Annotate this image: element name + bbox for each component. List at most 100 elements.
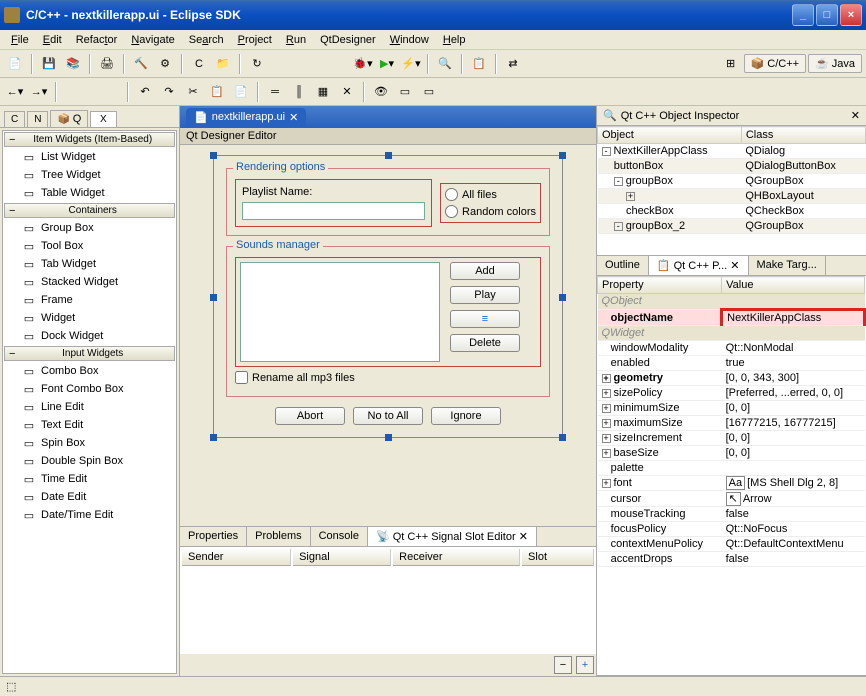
prop-row[interactable]: +baseSize[0, 0]	[598, 446, 865, 461]
close-button[interactable]: ×	[840, 4, 862, 26]
tree-section[interactable]: −Containers	[4, 203, 175, 218]
tab-signalslot[interactable]: 📡 Qt C++ Signal Slot Editor ✕	[368, 527, 537, 546]
inspector-close-icon[interactable]: ✕	[851, 109, 860, 122]
tree-item[interactable]: ▭Dock Widget	[3, 327, 176, 345]
tab-qtcpp-props[interactable]: 📋 Qt C++ P... ✕	[649, 256, 749, 275]
prop-row[interactable]: +geometry[0, 0, 343, 300]	[598, 371, 865, 386]
tree-item[interactable]: ▭Table Widget	[3, 184, 176, 202]
inspector-row[interactable]: -NextKillerAppClassQDialog	[598, 144, 866, 159]
saveall-button[interactable]: 📚	[62, 53, 84, 75]
tree-section[interactable]: −Item Widgets (Item-Based)	[4, 132, 175, 147]
sounds-groupbox[interactable]: Sounds manager Add Play ≡ Delete Rename …	[226, 246, 550, 397]
rename-checkbox[interactable]	[235, 371, 248, 384]
inspector-row[interactable]: -groupBox_2QGroupBox	[598, 219, 866, 234]
tab-n[interactable]: N	[27, 111, 48, 127]
prop-row[interactable]: mouseTrackingfalse	[598, 507, 865, 522]
delete-button[interactable]: Delete	[450, 334, 520, 352]
inspector-row[interactable]: -groupBoxQGroupBox	[598, 174, 866, 189]
tree-item[interactable]: ▭Font Combo Box	[3, 380, 176, 398]
radio-allfiles[interactable]: All files	[445, 188, 536, 201]
prop-row[interactable]: +sizePolicy[Preferred, ...erred, 0, 0]	[598, 386, 865, 401]
menu-qtdesigner[interactable]: QtDesigner	[313, 32, 383, 48]
menu-edit[interactable]: Edit	[36, 32, 69, 48]
prop-row[interactable]: contextMenuPolicyQt::DefaultContextMenu	[598, 537, 865, 552]
run-button[interactable]: ▶▾	[376, 53, 398, 75]
tab-outline[interactable]: Outline	[597, 256, 649, 275]
remove-slot-button[interactable]: −	[554, 656, 572, 674]
menu-refactor[interactable]: Refactor	[69, 32, 125, 48]
close-tab-icon[interactable]: ✕	[289, 111, 298, 124]
menu-help[interactable]: Help	[436, 32, 473, 48]
menu-window[interactable]: Window	[383, 32, 436, 48]
play-button[interactable]: Play	[450, 286, 520, 304]
tree-item[interactable]: ▭Tab Widget	[3, 255, 176, 273]
prop-row[interactable]: accentDropsfalse	[598, 552, 865, 567]
tree-item[interactable]: ▭Date Edit	[3, 488, 176, 506]
layout-v-button[interactable]: ║	[288, 81, 310, 103]
tree-item[interactable]: ▭Line Edit	[3, 398, 176, 416]
menu-search[interactable]: Search	[182, 32, 231, 48]
prop-row[interactable]: objectNameNextKillerAppClass	[598, 310, 865, 326]
newfolder-button[interactable]: 📁	[212, 53, 234, 75]
rendering-groupbox[interactable]: Rendering options Playlist Name: All fil…	[226, 168, 550, 236]
playlist-input[interactable]	[242, 202, 425, 220]
redo-button[interactable]: ↷	[158, 81, 180, 103]
tree-item[interactable]: ▭Time Edit	[3, 470, 176, 488]
tree-item[interactable]: ▭Tool Box	[3, 237, 176, 255]
tab-q[interactable]: 📦 Q	[50, 110, 88, 127]
runlast-button[interactable]: ⚡▾	[400, 53, 422, 75]
prop-row[interactable]: focusPolicyQt::NoFocus	[598, 522, 865, 537]
col-receiver[interactable]: Receiver	[393, 549, 520, 566]
tree-section[interactable]: −Input Widgets	[4, 346, 175, 361]
inspector-row[interactable]: +QHBoxLayout	[598, 189, 866, 204]
prop-row[interactable]: +sizeIncrement[0, 0]	[598, 431, 865, 446]
mode2-button[interactable]: ▭	[418, 81, 440, 103]
signal-slot-table[interactable]: Sender Signal Receiver Slot	[180, 547, 596, 654]
minimize-button[interactable]: _	[792, 4, 814, 26]
property-editor[interactable]: PropertyValueQObject objectNameNextKille…	[597, 276, 866, 675]
col-sender[interactable]: Sender	[182, 549, 291, 566]
prop-row[interactable]: palette	[598, 461, 865, 476]
file-tab[interactable]: 📄 nextkillerapp.ui ✕	[186, 108, 306, 127]
mode1-button[interactable]: ▭	[394, 81, 416, 103]
openresource-button[interactable]: 📋	[468, 53, 490, 75]
menu-navigate[interactable]: Navigate	[124, 32, 181, 48]
tree-item[interactable]: ▭Date/Time Edit	[3, 506, 176, 524]
object-inspector[interactable]: ObjectClass-NextKillerAppClassQDialog bu…	[597, 126, 866, 255]
inspector-row[interactable]: checkBoxQCheckBox	[598, 204, 866, 219]
undo-button[interactable]: ↶	[134, 81, 156, 103]
col-signal[interactable]: Signal	[293, 549, 391, 566]
menu-run[interactable]: Run	[279, 32, 313, 48]
tab-make-targets[interactable]: Make Targ...	[749, 256, 826, 275]
tree-item[interactable]: ▭Frame	[3, 291, 176, 309]
tab-console[interactable]: Console	[311, 527, 368, 546]
tab-widgets[interactable]: X	[90, 111, 116, 127]
menu-project[interactable]: Project	[231, 32, 279, 48]
prop-row[interactable]: windowModalityQt::NonModal	[598, 341, 865, 356]
abort-button[interactable]: Abort	[275, 407, 345, 425]
newclass-button[interactable]: C	[188, 53, 210, 75]
sounds-list[interactable]	[240, 262, 440, 362]
tree-item[interactable]: ▭Widget	[3, 309, 176, 327]
print-button[interactable]: 🖨	[96, 53, 118, 75]
layout-break-button[interactable]: ✕	[336, 81, 358, 103]
tree-item[interactable]: ▭List Widget	[3, 148, 176, 166]
add-slot-button[interactable]: +	[576, 656, 594, 674]
build-button[interactable]: 🔨	[130, 53, 152, 75]
prop-row[interactable]: +minimumSize[0, 0]	[598, 401, 865, 416]
tree-item[interactable]: ▭Group Box	[3, 219, 176, 237]
prop-row[interactable]: +maximumSize[16777215, 16777215]	[598, 416, 865, 431]
search-button[interactable]: 🔍	[434, 53, 456, 75]
back-button[interactable]: ←▾	[4, 81, 26, 103]
col-slot[interactable]: Slot	[522, 549, 594, 566]
copy-button[interactable]: 📋	[206, 81, 228, 103]
layout-grid-button[interactable]: ▦	[312, 81, 334, 103]
tree-item[interactable]: ▭Combo Box	[3, 362, 176, 380]
prop-row[interactable]: +fontAa[MS Shell Dlg 2, 8]	[598, 476, 865, 491]
perspective-open-button[interactable]: ⊞	[720, 53, 742, 75]
dialog-form[interactable]: Rendering options Playlist Name: All fil…	[213, 155, 563, 438]
add-button[interactable]: Add	[450, 262, 520, 280]
buildall-button[interactable]: ⚙	[154, 53, 176, 75]
debug-button[interactable]: 🐞▾	[352, 53, 374, 75]
sync-button[interactable]: ⇄	[502, 53, 524, 75]
